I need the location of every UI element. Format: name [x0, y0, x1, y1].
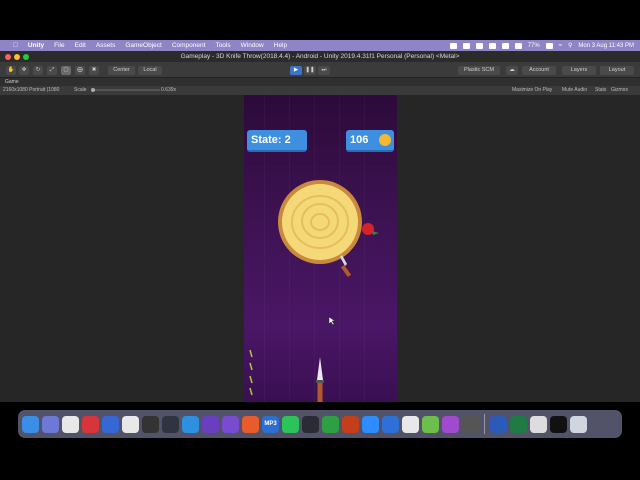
layout-dropdown[interactable]: Layout — [600, 66, 634, 75]
vscode-icon[interactable] — [202, 415, 219, 433]
gizmos-dropdown[interactable]: Gizmos — [611, 86, 628, 95]
powerpoint-icon[interactable] — [342, 415, 359, 433]
zoom-icon[interactable] — [362, 415, 379, 433]
battery-icon[interactable] — [545, 42, 553, 49]
menu-component[interactable]: Component — [167, 42, 211, 49]
dock: MP3 — [18, 410, 622, 438]
window-title-bar: Gameplay - 3D Knife Throw(2018.4.4) - An… — [0, 51, 640, 62]
rect-tool-icon[interactable]: ▢ — [61, 66, 71, 75]
play-button[interactable]: ▶ — [290, 66, 302, 75]
game-scene — [249, 180, 379, 402]
app-screen-icon[interactable] — [530, 415, 547, 433]
menu-tools[interactable]: Tools — [210, 42, 235, 49]
status-icon[interactable] — [449, 42, 457, 49]
window-title: Gameplay - 3D Knife Throw(2018.4.4) - An… — [180, 53, 460, 60]
finder-icon[interactable] — [22, 415, 39, 433]
mouse-cursor-icon — [328, 316, 336, 326]
pause-button[interactable]: ❚❚ — [304, 66, 316, 75]
hand-tool-icon[interactable]: ✋ — [6, 66, 16, 75]
scale-value: 0.639x — [161, 87, 177, 93]
app-blue-icon[interactable] — [102, 415, 119, 433]
app-monitor-icon[interactable] — [162, 415, 179, 433]
wooden-target[interactable] — [278, 180, 362, 264]
transform-tool-icon[interactable]: ⨁ — [75, 66, 85, 75]
resolution-dropdown[interactable]: 2160x1080 Portrait (1080 — [3, 86, 59, 95]
app-orange-icon[interactable] — [242, 415, 259, 433]
unity-icon[interactable] — [550, 415, 567, 433]
app-green-icon[interactable] — [322, 415, 339, 433]
custom-tool-icon[interactable]: ✖ — [89, 66, 99, 75]
menu-window[interactable]: Window — [236, 42, 269, 49]
minimize-button[interactable] — [14, 54, 20, 60]
cloud-icon[interactable]: ☁ — [506, 66, 518, 75]
status-icon[interactable] — [501, 42, 509, 49]
rotate-tool-icon[interactable]: ↻ — [33, 66, 43, 75]
pivot-local-button[interactable]: Local — [138, 66, 162, 75]
throwing-knife — [316, 357, 324, 402]
mp3-icon[interactable]: MP3 — [262, 415, 279, 433]
maximize-on-play-toggle[interactable]: Maximize On Play — [512, 86, 552, 95]
excel-icon[interactable] — [510, 415, 527, 433]
mute-audio-toggle[interactable]: Mute Audio — [562, 86, 587, 95]
game-viewport[interactable]: State: 2 106 — [244, 95, 397, 402]
status-icon[interactable] — [514, 42, 522, 49]
word-icon[interactable] — [490, 415, 507, 433]
unity-toolbar: ✋ ✥ ↻ ⤢ ▢ ⨁ ✖ Center Local ▶ ❚❚ ⏭ Plasti… — [0, 62, 640, 78]
stats-toggle[interactable]: Stats — [595, 86, 606, 95]
account-dropdown[interactable]: Account — [522, 66, 556, 75]
scale-label: Scale — [74, 87, 87, 93]
stuck-knife — [340, 255, 352, 278]
visualstudio-icon[interactable] — [222, 415, 239, 433]
app-gear-icon[interactable] — [462, 415, 479, 433]
android-icon[interactable] — [422, 415, 439, 433]
app-chart-icon[interactable] — [302, 415, 319, 433]
move-tool-icon[interactable]: ✥ — [19, 66, 29, 75]
clock-text[interactable]: Mon 3 Aug 11:43 PM — [578, 43, 634, 49]
status-icon[interactable] — [462, 42, 470, 49]
menu-help[interactable]: Help — [269, 42, 292, 49]
launchpad-icon[interactable] — [42, 415, 59, 433]
menu-assets[interactable]: Assets — [91, 42, 121, 49]
zoom-button[interactable] — [23, 54, 29, 60]
remaining-knives — [249, 349, 253, 396]
search-icon[interactable]: ⚲ — [568, 42, 572, 49]
status-icon[interactable] — [488, 42, 496, 49]
menu-edit[interactable]: Edit — [70, 42, 91, 49]
tab-game[interactable]: Game — [5, 79, 19, 85]
app-slack-icon[interactable] — [402, 415, 419, 433]
apple-icon — [362, 223, 379, 235]
pivot-center-button[interactable]: Center — [108, 66, 135, 75]
whatsapp-icon[interactable] — [282, 415, 299, 433]
status-icon[interactable] — [475, 42, 483, 49]
trash-icon[interactable] — [570, 415, 587, 433]
plastic-scm-button[interactable]: Plastic SCM — [458, 66, 500, 75]
app-red-icon[interactable] — [82, 415, 99, 433]
menu-app-name[interactable]: Unity — [23, 42, 49, 49]
dock-separator — [484, 414, 485, 434]
safari-icon[interactable] — [182, 415, 199, 433]
apple-icon[interactable]:  — [8, 42, 23, 49]
close-button[interactable] — [5, 54, 11, 60]
app-dark-icon[interactable] — [142, 415, 159, 433]
chrome-icon[interactable] — [62, 415, 79, 433]
step-button[interactable]: ⏭ — [318, 66, 330, 75]
menu-status-area: 77% ≈ ⚲ Mon 3 Aug 11:43 PM — [449, 40, 634, 51]
wifi-icon[interactable]: ≈ — [559, 43, 562, 49]
scale-tool-icon[interactable]: ⤢ — [47, 66, 57, 75]
layers-dropdown[interactable]: Layers — [562, 66, 596, 75]
menu-gameobject[interactable]: GameObject — [120, 42, 167, 49]
battery-percent: 77% — [527, 42, 540, 49]
menu-file[interactable]: File — [49, 42, 69, 49]
scale-slider[interactable] — [92, 89, 160, 91]
menu-bar:  Unity File Edit Assets GameObject Comp… — [0, 40, 640, 51]
scale-slider-handle[interactable] — [91, 88, 95, 92]
game-tab-bar: Game — [0, 78, 640, 86]
app-purple-icon[interactable] — [442, 415, 459, 433]
game-view-controls: 2160x1080 Portrait (1080 Scale 0.639x Ma… — [0, 86, 640, 95]
app-wave-icon[interactable] — [122, 415, 139, 433]
app-diamond-icon[interactable] — [382, 415, 399, 433]
